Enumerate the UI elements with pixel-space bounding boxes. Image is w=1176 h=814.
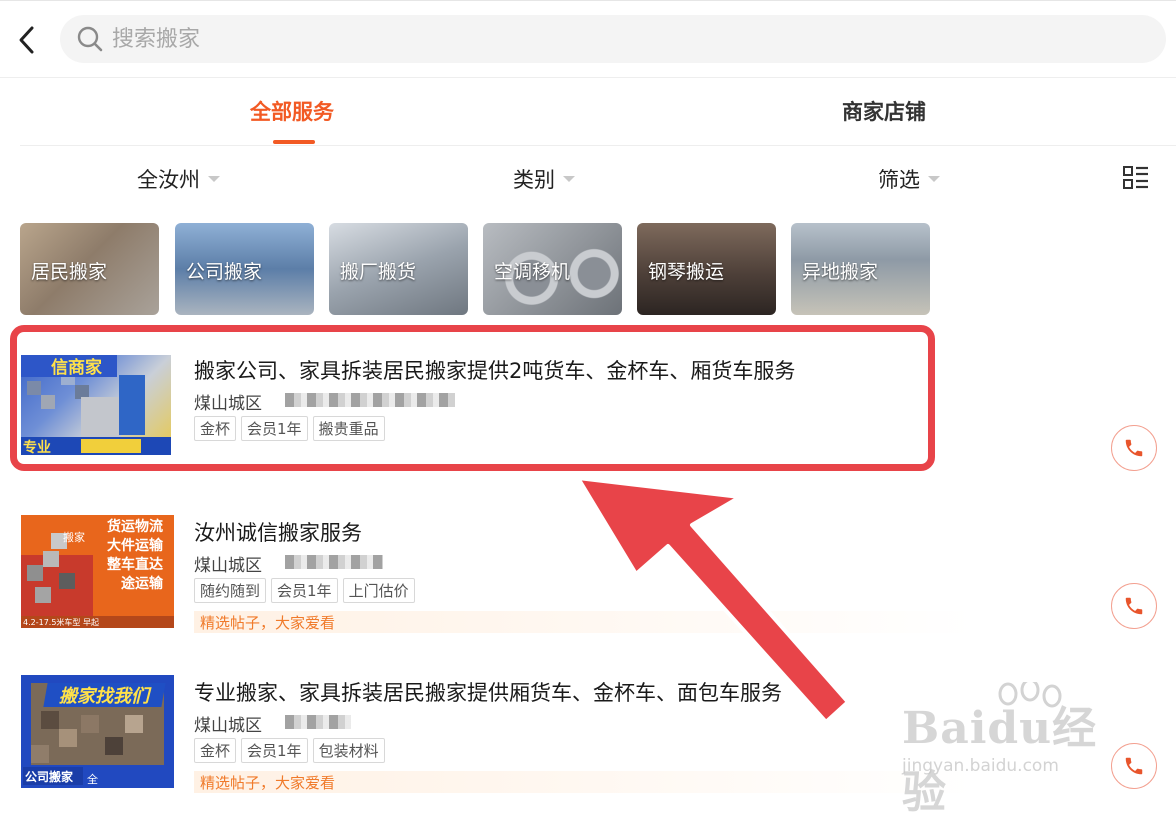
filter-category[interactable]: 类别 xyxy=(513,164,575,194)
listing-title[interactable]: 专业搬家、家具拆装居民搬家提供厢货车、金杯车、面包车服务 xyxy=(194,677,782,707)
category-tile-factory[interactable]: 搬厂搬货 xyxy=(329,223,468,315)
call-button[interactable] xyxy=(1111,425,1157,471)
category-label: 公司搬家 xyxy=(186,261,263,283)
category-label: 空调移机 xyxy=(494,261,571,283)
search-bar[interactable] xyxy=(60,15,1166,63)
phone-icon xyxy=(1125,757,1143,775)
thumb-text: 途运输 xyxy=(121,575,164,592)
watermark-text: Baidu经验 xyxy=(902,703,1098,814)
listing-thumbnail: 搬家找我们 公司搬家 全 xyxy=(21,675,174,788)
category-label: 搬厂搬货 xyxy=(340,261,417,283)
list-grid-icon[interactable] xyxy=(1122,164,1150,192)
watermark-url: jingyan.baidu.com xyxy=(902,756,1059,776)
filter-category-label: 类别 xyxy=(513,168,555,192)
promo-banner: 精选帖子，大家爱看 xyxy=(194,771,974,793)
promo-text: 精选帖子，大家爱看 xyxy=(200,774,336,792)
filter-region-label: 全汝州 xyxy=(137,168,200,192)
top-bar xyxy=(0,0,1176,78)
listing-tag: 包装材料 xyxy=(312,738,385,763)
listing-location: 煤山城区 xyxy=(194,556,262,576)
listing-item[interactable]: 搬家 货运物流 大件运输 整车直达 途运输 4.2-17.5米车型 早起 汝州诚… xyxy=(0,515,1176,670)
caret-down-icon xyxy=(563,176,575,182)
thumb-text: 公司搬家 xyxy=(25,769,74,784)
back-arrow-icon[interactable] xyxy=(14,23,42,57)
phone-icon xyxy=(1125,597,1143,615)
caret-down-icon xyxy=(208,176,220,182)
search-input[interactable] xyxy=(112,15,1012,63)
redacted-contact xyxy=(285,555,383,569)
thumb-text: 整车直达 xyxy=(106,556,163,573)
listing-thumbnail: 搬家 货运物流 大件运输 整车直达 途运输 4.2-17.5米车型 早起 xyxy=(21,515,174,628)
category-tile-company[interactable]: 公司搬家 xyxy=(175,223,314,315)
listing-tags: 随约随到 会员1年 上门估价 xyxy=(194,578,415,603)
listing-location: 煤山城区 xyxy=(194,716,262,736)
listing-tag: 金杯 xyxy=(194,738,237,763)
active-tab-indicator xyxy=(273,140,315,144)
call-button[interactable] xyxy=(1111,583,1157,629)
category-tile-piano[interactable]: 钢琴搬运 xyxy=(637,223,776,315)
listing-tag: 上门估价 xyxy=(342,578,415,603)
thumb-text: 货运物流 xyxy=(106,518,163,535)
listing-tag: 随约随到 xyxy=(194,578,267,603)
listing-tag: 会员1年 xyxy=(241,738,308,763)
promo-text: 精选帖子，大家爱看 xyxy=(200,614,336,632)
listing-title[interactable]: 汝州诚信搬家服务 xyxy=(194,517,362,547)
listing-thumbnail-art: 搬家找我们 公司搬家 全 xyxy=(21,675,174,788)
thumb-text: 搬家找我们 xyxy=(59,686,152,707)
filter-screen[interactable]: 筛选 xyxy=(878,164,940,194)
baidu-watermark: Baidu经验 jingyan.baidu.com xyxy=(900,682,1120,814)
filter-region[interactable]: 全汝州 xyxy=(137,164,220,194)
category-label: 居民搬家 xyxy=(31,261,108,283)
phone-icon xyxy=(1125,439,1143,457)
category-label: 钢琴搬运 xyxy=(648,261,725,283)
category-tile-aircon[interactable]: 空调移机 xyxy=(483,223,622,315)
search-icon xyxy=(76,25,104,53)
highlight-box xyxy=(10,325,935,471)
caret-down-icon xyxy=(928,176,940,182)
tab-all-services[interactable]: 全部服务 xyxy=(250,96,334,126)
category-tile-residential[interactable]: 居民搬家 xyxy=(20,223,159,315)
thumb-text: 大件运输 xyxy=(107,537,164,554)
service-tabs: 全部服务 商家店铺 xyxy=(20,78,1176,146)
category-tile-long-distance[interactable]: 异地搬家 xyxy=(791,223,930,315)
category-label: 异地搬家 xyxy=(802,261,879,283)
promo-banner: 精选帖子，大家爱看 xyxy=(194,611,974,633)
listing-tags: 金杯 会员1年 包装材料 xyxy=(194,738,385,763)
tab-merchant-shops[interactable]: 商家店铺 xyxy=(842,96,926,126)
listing-thumbnail-art: 搬家 货运物流 大件运输 整车直达 途运输 4.2-17.5米车型 早起 xyxy=(21,515,174,628)
filter-screen-label: 筛选 xyxy=(878,168,920,192)
redacted-contact xyxy=(285,715,351,729)
listing-tag: 会员1年 xyxy=(271,578,338,603)
thumb-text: 搬家 xyxy=(63,530,85,544)
filter-bar: 全汝州 类别 筛选 xyxy=(0,146,1176,210)
thumb-text: 4.2-17.5米车型 早起 xyxy=(23,617,99,627)
thumb-text: 全 xyxy=(87,772,98,786)
